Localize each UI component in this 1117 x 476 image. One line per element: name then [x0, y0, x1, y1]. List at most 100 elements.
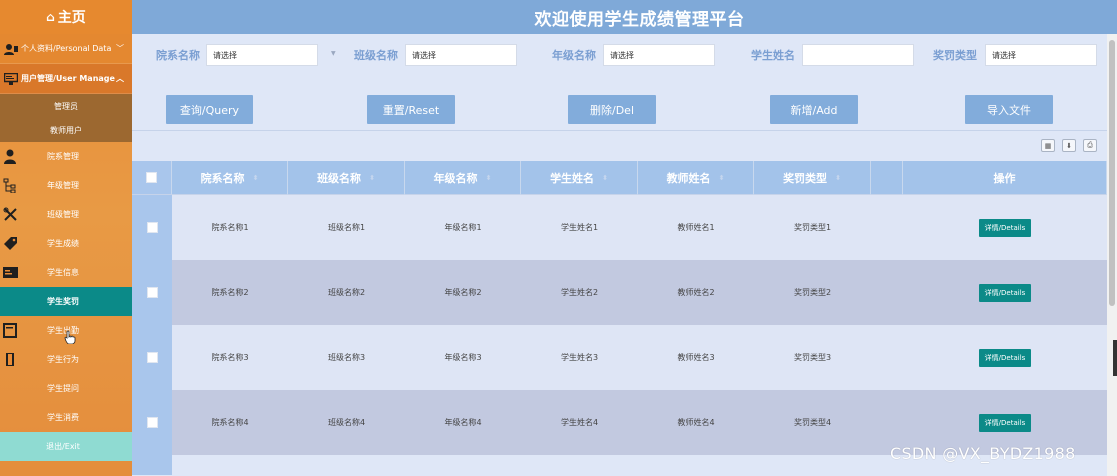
sidebar-subitem-teacher[interactable]: 教师用户	[0, 118, 132, 142]
table-cell: 教师姓名2	[677, 288, 715, 297]
sidebar: ⌂ 主页 个人资料/Personal Data ﹀ 用户管理/User Mana…	[0, 0, 132, 476]
select-all-checkbox[interactable]	[146, 172, 157, 183]
reset-button[interactable]: 重置/Reset	[367, 95, 455, 124]
column-header[interactable]: 班级名称 ⬍	[288, 161, 405, 195]
sidebar-group-user-manage[interactable]: 用户管理/User Manage ︿	[0, 64, 132, 94]
chevron-up-icon: ︿	[116, 74, 124, 83]
sidebar-group-personal-data[interactable]: 个人资料/Personal Data ﹀	[0, 34, 132, 64]
sort-icon: ⬍	[835, 174, 841, 182]
column-header[interactable]: 奖罚类型 ⬍	[754, 161, 871, 195]
column-header-label: 班级名称	[317, 172, 362, 185]
table-cell: 奖罚类型2	[793, 288, 832, 297]
delete-button[interactable]: 删除/Del	[568, 95, 656, 124]
row-checkbox[interactable]	[146, 287, 158, 298]
column-header-empty	[871, 161, 903, 195]
hand-cursor-icon	[64, 330, 76, 344]
page-header: 欢迎使用学生成绩管理平台	[132, 0, 1117, 34]
class-select[interactable]: 请选择	[405, 44, 517, 66]
column-header-label: 奖罚类型	[783, 172, 828, 185]
table-cell: 班级名称4	[327, 418, 366, 427]
sidebar-group-label: 用户管理/User Manage	[21, 74, 115, 83]
sidebar-item-label: 退出/Exit	[46, 442, 80, 451]
sidebar-item-grade[interactable]: 年级管理	[0, 171, 132, 200]
print-icon[interactable]: ⎙	[1083, 139, 1097, 152]
grid-icon[interactable]: ▦	[1041, 139, 1055, 152]
details-button[interactable]: 详情/Details	[978, 413, 1032, 432]
table-cell: 院系名称4	[211, 418, 249, 427]
filter-label-department: 院系名称	[156, 49, 200, 62]
filter-bar: 院系名称 请选择 ▼ 班级名称 请选择 年级名称 请选择 学生姓名 奖罚类型 请…	[132, 34, 1107, 76]
row-select-cell	[132, 455, 172, 475]
column-header[interactable]: 教师姓名 ⬍	[638, 161, 754, 195]
table-cell: 教师姓名4	[677, 418, 715, 427]
sidebar-item-label: 学生提问	[47, 384, 79, 393]
table-cell: 奖罚类型1	[793, 223, 832, 232]
details-button[interactable]: 详情/Details	[978, 218, 1032, 237]
sidebar-item-label: 学生信息	[47, 268, 79, 277]
table-cell: 教师姓名3	[677, 353, 715, 362]
sidebar-item-rewards[interactable]: 学生奖罚	[0, 287, 132, 316]
column-header[interactable]: 学生姓名 ⬍	[521, 161, 638, 195]
sidebar-item-label: 班级管理	[47, 210, 79, 219]
column-header[interactable]: 年级名称 ⬍	[405, 161, 521, 195]
sidebar-subitem-admin[interactable]: 管理员	[0, 94, 132, 118]
table-header: 院系名称 ⬍ 班级名称 ⬍ 年级名称 ⬍ 学生姓名 ⬍ 教师姓名 ⬍ 奖罚类型 ⬍ 操作	[132, 161, 1107, 195]
user-export-icon[interactable]: ⬇	[1062, 139, 1076, 152]
table-row: 院系名称2 班级名称2 年级名称2 学生姓名2 教师姓名2 奖罚类型2 详情/D…	[132, 260, 1107, 325]
column-header[interactable]: 院系名称 ⬍	[172, 161, 288, 195]
sitemap-icon	[3, 178, 16, 193]
sidebar-item-scores[interactable]: 学生成绩	[0, 229, 132, 258]
table-row: 院系名称1 班级名称1 年级名称1 学生姓名1 教师姓名1 奖罚类型1 详情/D…	[132, 195, 1107, 260]
reward-type-select[interactable]: 请选择	[985, 44, 1097, 66]
add-button[interactable]: 新增/Add	[770, 95, 858, 124]
table-cell: 年级名称1	[444, 223, 482, 232]
grade-select[interactable]: 请选择	[603, 44, 715, 66]
sidebar-item-class[interactable]: 班级管理	[0, 200, 132, 229]
table-cell: 学生姓名1	[560, 223, 599, 232]
student-name-input[interactable]	[802, 44, 914, 66]
table-cell-empty	[871, 325, 903, 390]
column-header-label: 年级名称	[433, 172, 478, 185]
details-button[interactable]: 详情/Details	[978, 283, 1032, 302]
filter-label-student-name: 学生姓名	[751, 49, 795, 62]
sidebar-item-consumption[interactable]: 学生消费	[0, 403, 132, 432]
home-icon: ⌂	[46, 10, 55, 24]
select-all-cell	[132, 161, 172, 194]
divider	[132, 130, 1107, 131]
monitor-icon	[4, 72, 18, 85]
query-button[interactable]: 查询/Query	[166, 95, 253, 124]
import-file-button[interactable]: 导入文件	[965, 95, 1053, 124]
table-cell: 教师姓名1	[677, 223, 715, 232]
sidebar-item-department[interactable]: 院系管理	[0, 142, 132, 171]
action-cell: 详情/Details	[903, 260, 1107, 325]
details-button[interactable]: 详情/Details	[978, 348, 1032, 367]
sidebar-item-label: 学生消费	[47, 413, 79, 422]
table-row: 院系名称3 班级名称3 年级名称3 学生姓名3 教师姓名3 奖罚类型3 详情/D…	[132, 325, 1107, 390]
sort-icon: ⬍	[252, 174, 259, 182]
sidebar-home[interactable]: ⌂ 主页	[0, 0, 132, 34]
sort-icon: ⬍	[485, 174, 492, 182]
id-card-icon	[3, 267, 18, 278]
edge-handle	[1113, 340, 1117, 376]
row-select-cell	[132, 195, 172, 260]
sort-icon: ⬍	[369, 174, 375, 182]
scrollbar-thumb[interactable]	[1109, 40, 1115, 306]
caret-down-icon: ▼	[331, 50, 336, 57]
row-select-cell	[132, 260, 172, 325]
table-cell: 院系名称1	[211, 223, 249, 232]
table-cell: 学生姓名4	[560, 418, 599, 427]
tools-icon	[3, 207, 17, 221]
sidebar-item-student-info[interactable]: 学生信息	[0, 258, 132, 287]
page-title: 欢迎使用学生成绩管理平台	[534, 9, 745, 30]
column-header-label: 院系名称	[200, 172, 245, 185]
sidebar-item-behavior[interactable]: 学生行为	[0, 345, 132, 374]
sidebar-item-questions[interactable]: 学生提问	[0, 374, 132, 403]
table-cell: 奖罚类型4	[793, 418, 832, 427]
sidebar-item-exit[interactable]: 退出/Exit	[0, 432, 132, 461]
row-checkbox[interactable]	[146, 352, 158, 363]
table-cell: 学生姓名2	[560, 288, 599, 297]
row-checkbox[interactable]	[146, 417, 158, 428]
department-select[interactable]: 请选择	[206, 44, 318, 66]
row-checkbox[interactable]	[146, 222, 158, 233]
column-header-label: 操作	[993, 172, 1016, 185]
